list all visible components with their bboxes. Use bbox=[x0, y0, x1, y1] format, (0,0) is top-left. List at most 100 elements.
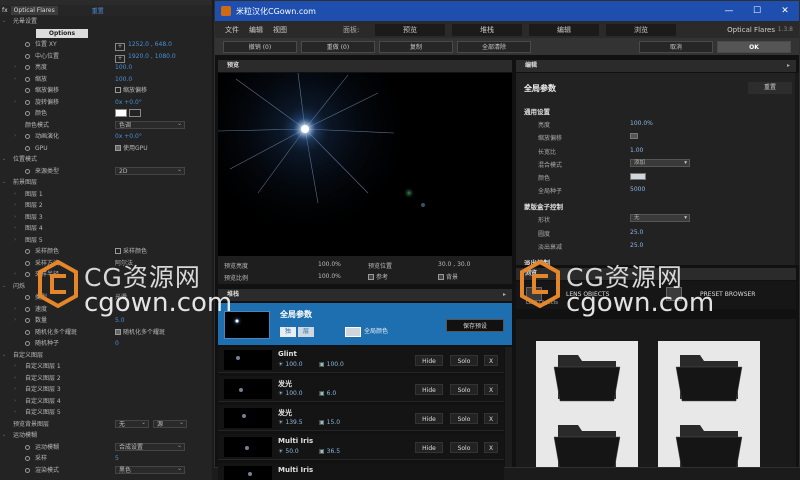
property-row[interactable]: 颜色模式 色调 bbox=[0, 120, 212, 132]
property-row[interactable]: › 亮度 100.0 bbox=[0, 62, 212, 74]
property-row[interactable]: 渲染模式 黑色 bbox=[0, 465, 212, 477]
color-swatch[interactable] bbox=[115, 109, 127, 117]
property-row[interactable]: 采样颜色 采样颜色 bbox=[0, 246, 212, 258]
twirl-closed-icon[interactable]: › bbox=[14, 304, 16, 316]
layer-row[interactable]: Multi Iris bbox=[218, 463, 504, 480]
twirl-closed-icon[interactable]: › bbox=[14, 212, 16, 224]
property-row[interactable]: 采样 5 bbox=[0, 453, 212, 465]
close-icon[interactable]: ✕ bbox=[771, 1, 799, 21]
global-params-row[interactable]: 全局参数 独 层 全局颜色 保存预设 bbox=[218, 303, 512, 345]
twirl-closed-icon[interactable]: › bbox=[14, 189, 16, 201]
layer-brightness-value[interactable]: 100.0 bbox=[285, 361, 302, 368]
hide-button[interactable]: Hide bbox=[415, 384, 443, 395]
reference-checkbox[interactable]: 参考 bbox=[368, 272, 388, 281]
twirl-closed-icon[interactable]: › bbox=[14, 131, 16, 143]
property-row[interactable]: ⌄ 闪烁 bbox=[0, 281, 212, 293]
layer-toggle[interactable]: 层 bbox=[298, 327, 314, 337]
property-row[interactable]: 缩放偏移 缩放偏移 bbox=[0, 85, 212, 97]
property-row[interactable]: › 旋转偏移 0x +0.0° bbox=[0, 97, 212, 109]
roundness-value[interactable]: 25.0 bbox=[630, 229, 643, 236]
tab-lens-objects[interactable]: LENS OBJECTS bbox=[566, 286, 609, 304]
preset-folder[interactable] bbox=[536, 411, 638, 467]
layer-brightness-value[interactable]: 139.5 bbox=[285, 419, 302, 426]
property-dropdown[interactable]: 黑色 bbox=[115, 465, 185, 474]
property-row[interactable]: 随机种子 0 bbox=[0, 338, 212, 350]
twirl-closed-icon[interactable]: › bbox=[14, 396, 16, 408]
solo-button[interactable]: Solo bbox=[450, 413, 478, 424]
layer-row[interactable]: Multi Iris ☀ 50.0 ▣ 36.5 Hide Solo X bbox=[218, 434, 504, 460]
copy-button[interactable]: 复制 bbox=[379, 41, 453, 53]
property-row[interactable]: › 自定义图层 3 bbox=[0, 384, 212, 396]
property-dropdown[interactable]: 色调 bbox=[115, 120, 185, 129]
panel-menu-arrow-icon[interactable]: ▸ bbox=[787, 60, 790, 72]
stopwatch-icon[interactable] bbox=[25, 272, 30, 277]
window-titlebar[interactable]: 米粒汉化CGown.com — ☐ ✕ bbox=[215, 1, 799, 21]
cancel-button[interactable]: 取消 bbox=[639, 41, 713, 53]
layer-brightness-value[interactable]: 100.0 bbox=[285, 390, 302, 397]
preview-canvas[interactable] bbox=[218, 73, 512, 256]
stopwatch-icon[interactable] bbox=[25, 306, 30, 312]
solo-button[interactable]: Solo bbox=[450, 384, 478, 395]
property-value[interactable]: 光滑 bbox=[115, 294, 127, 301]
property-row[interactable]: › 自定义图层 5 bbox=[0, 407, 212, 419]
property-dropdown[interactable]: 无 bbox=[115, 419, 149, 428]
menu-edit[interactable]: 编辑 bbox=[249, 25, 263, 35]
property-value[interactable]: 0x +0.0° bbox=[115, 99, 142, 106]
checkbox[interactable] bbox=[115, 248, 121, 254]
checkbox[interactable] bbox=[115, 328, 121, 335]
stopwatch-icon[interactable] bbox=[25, 318, 30, 323]
twirl-open-icon[interactable]: ⌄ bbox=[2, 281, 6, 293]
stopwatch-icon[interactable] bbox=[25, 145, 30, 151]
tab-editor[interactable]: 编辑 bbox=[529, 24, 599, 36]
property-row[interactable]: 颜色 bbox=[0, 108, 212, 120]
property-row[interactable]: ⌄ 自定义图层 bbox=[0, 350, 212, 362]
stopwatch-icon[interactable] bbox=[25, 53, 30, 59]
hide-button[interactable]: Hide bbox=[415, 413, 443, 424]
property-row[interactable]: 随机化多个耀斑 随机化多个耀斑 bbox=[0, 327, 212, 339]
delete-layer-button[interactable]: X bbox=[484, 355, 498, 366]
twirl-closed-icon[interactable]: › bbox=[14, 97, 16, 109]
layer-scale-value[interactable]: 100.0 bbox=[327, 361, 344, 368]
hide-button[interactable]: Hide bbox=[415, 355, 443, 366]
layer-row[interactable]: 发光 ☀ 100.0 ▣ 6.0 Hide Solo X bbox=[218, 376, 504, 402]
stopwatch-icon[interactable] bbox=[25, 99, 30, 105]
blend-mode-dropdown[interactable]: 添加 bbox=[630, 159, 690, 167]
tab-preview[interactable]: 预览 bbox=[375, 24, 445, 36]
property-value[interactable]: 100.0 bbox=[115, 76, 132, 83]
tab-browser[interactable]: 浏览 bbox=[606, 24, 676, 36]
redo-button[interactable]: 重做 (0) bbox=[301, 41, 375, 53]
feather-value[interactable]: 25.0 bbox=[630, 242, 643, 249]
twirl-open-icon[interactable]: ⌄ bbox=[2, 350, 6, 362]
twirl-closed-icon[interactable]: › bbox=[14, 223, 16, 235]
fx-toggle[interactable]: fx bbox=[2, 7, 8, 14]
menu-view[interactable]: 视图 bbox=[273, 25, 287, 35]
property-dropdown[interactable]: 2D bbox=[115, 166, 185, 175]
stopwatch-icon[interactable] bbox=[25, 168, 30, 174]
solo-button[interactable]: Solo bbox=[450, 442, 478, 453]
brightness-value[interactable]: 100.0% bbox=[630, 120, 653, 127]
property-row[interactable]: › 自定义图层 2 bbox=[0, 373, 212, 385]
scale-offset-checkbox[interactable] bbox=[630, 133, 638, 139]
twirl-closed-icon[interactable]: › bbox=[14, 235, 16, 247]
solo-button[interactable]: Solo bbox=[450, 355, 478, 366]
layer-brightness-value[interactable]: 50.0 bbox=[285, 448, 298, 455]
menu-file[interactable]: 文件 bbox=[225, 25, 239, 35]
panel-menu-arrow-icon[interactable]: ▸ bbox=[503, 289, 506, 301]
stopwatch-icon[interactable] bbox=[25, 444, 30, 450]
twirl-closed-icon[interactable]: › bbox=[14, 269, 16, 281]
save-preset-button[interactable]: 保存预设 bbox=[446, 319, 504, 332]
twirl-closed-icon[interactable]: › bbox=[14, 384, 16, 396]
preview-position-value[interactable]: 30.0 , 30.0 bbox=[438, 261, 470, 268]
minimize-icon[interactable]: — bbox=[715, 1, 743, 21]
delete-layer-button[interactable]: X bbox=[484, 384, 498, 395]
property-row[interactable]: › 采样半径 bbox=[0, 269, 212, 281]
property-row[interactable]: 类型 光滑 bbox=[0, 292, 212, 304]
solo-toggle[interactable]: 独 bbox=[280, 327, 296, 337]
tab-preset-browser[interactable]: PRESET BROWSER bbox=[700, 286, 755, 304]
property-row[interactable]: 采样方法 阿尔法 bbox=[0, 258, 212, 270]
twirl-closed-icon[interactable]: › bbox=[14, 407, 16, 419]
background-checkbox[interactable]: 背景 bbox=[438, 272, 458, 281]
twirl-closed-icon[interactable]: › bbox=[14, 200, 16, 212]
twirl-closed-icon[interactable]: › bbox=[14, 74, 16, 86]
twirl-open-icon[interactable]: ⌄ bbox=[2, 16, 6, 28]
